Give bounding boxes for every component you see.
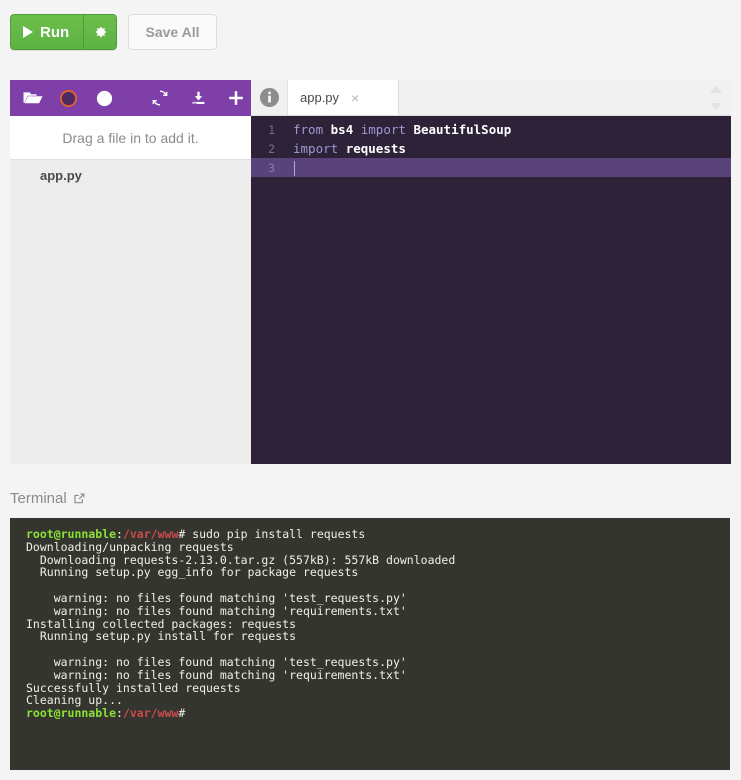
- list-item[interactable]: app.py: [10, 161, 251, 189]
- gear-icon: [95, 26, 106, 37]
- file-panel: Drag a file in to add it. app.py: [10, 80, 251, 464]
- terminal-output[interactable]: root@runnable:/var/www# sudo pip install…: [10, 518, 730, 770]
- workspace: Drag a file in to add it. app.py app.py …: [10, 80, 731, 464]
- external-link-icon[interactable]: [73, 492, 86, 505]
- file-name: app.py: [40, 167, 82, 183]
- record-circle-icon[interactable]: [54, 80, 84, 116]
- chevron-down-icon[interactable]: [710, 103, 722, 110]
- info-icon[interactable]: [251, 80, 288, 115]
- refresh-icon[interactable]: [145, 80, 175, 116]
- save-all-button[interactable]: Save All: [128, 14, 217, 50]
- top-action-bar: Run Save All: [0, 0, 741, 64]
- file-list: app.py: [10, 161, 251, 464]
- terminal-label: Terminal: [10, 490, 67, 507]
- file-dropzone[interactable]: Drag a file in to add it.: [10, 116, 251, 160]
- code-token: import: [293, 141, 346, 156]
- text-cursor: [294, 160, 295, 176]
- line-number: 2: [268, 141, 275, 156]
- tab-scroller[interactable]: [707, 86, 725, 110]
- play-icon: [23, 26, 33, 38]
- code-line: 1 from bs4 import BeautifulSoup: [251, 120, 731, 139]
- line-content: [285, 160, 295, 176]
- code-token: from: [293, 122, 331, 137]
- line-content: from bs4 import BeautifulSoup: [285, 122, 511, 137]
- terminal-segment: /var/www: [122, 706, 179, 721]
- code-token: requests: [345, 141, 406, 156]
- code-line: 2 import requests: [251, 139, 731, 158]
- code-token: BeautifulSoup: [413, 122, 512, 137]
- terminal-segment: Running setup.py install for requests: [26, 629, 297, 644]
- run-button[interactable]: Run: [10, 14, 84, 50]
- terminal-segment: root@runnable: [26, 706, 117, 721]
- terminal-header: Terminal: [10, 490, 86, 507]
- code-editor[interactable]: 1 from bs4 import BeautifulSoup 2 import…: [251, 116, 731, 464]
- code-token: bs4: [330, 122, 354, 137]
- filled-circle-icon[interactable]: [90, 80, 120, 116]
- line-content: import requests: [285, 141, 406, 156]
- run-button-label: Run: [40, 23, 70, 41]
- tab-app-py[interactable]: app.py ×: [288, 80, 399, 115]
- download-icon[interactable]: [183, 80, 213, 116]
- editor-panel: app.py × 1 from bs4 import BeautifulSoup…: [251, 80, 731, 464]
- add-file-icon[interactable]: [221, 80, 251, 116]
- terminal-line: root@runnable:/var/www#: [26, 707, 730, 720]
- run-button-group: Run: [10, 14, 118, 50]
- terminal-line: Running setup.py install for requests: [26, 630, 730, 643]
- chevron-up-icon[interactable]: [710, 86, 722, 93]
- code-line-active: 3: [251, 158, 731, 177]
- code-token: import: [360, 122, 414, 137]
- terminal-segment: :: [116, 706, 123, 721]
- file-panel-toolbar: [10, 80, 251, 116]
- line-number: 3: [268, 160, 275, 175]
- terminal-line: Successfully installed requests: [26, 681, 730, 695]
- terminal-segment: Running setup.py egg_info for package re…: [26, 565, 359, 580]
- run-settings-button[interactable]: [83, 14, 118, 50]
- terminal-line: Running setup.py egg_info for package re…: [26, 566, 730, 579]
- close-icon[interactable]: ×: [351, 91, 359, 105]
- open-folder-icon[interactable]: [18, 80, 48, 116]
- line-number: 1: [268, 122, 275, 137]
- editor-tab-bar: app.py ×: [251, 80, 731, 116]
- tab-label: app.py: [300, 90, 340, 105]
- terminal-segment: #: [178, 706, 186, 721]
